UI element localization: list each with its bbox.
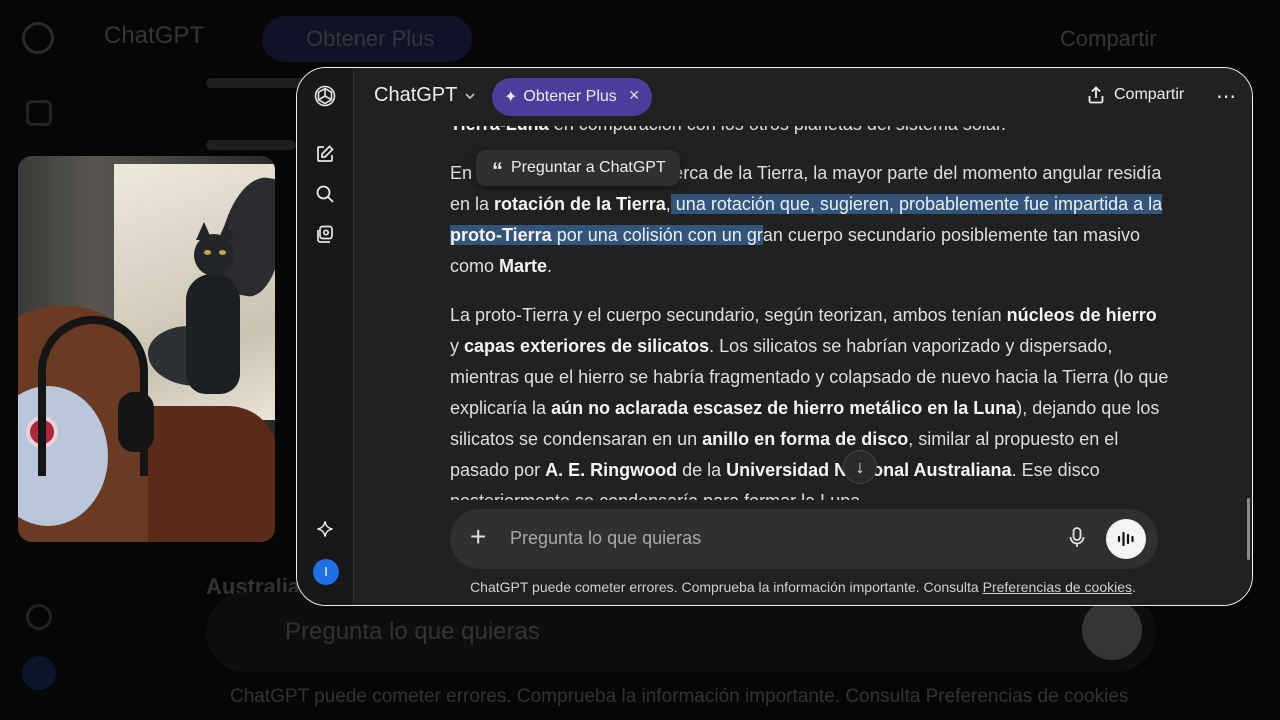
share-label: Compartir — [1114, 86, 1185, 103]
prompt-input[interactable] — [508, 527, 1052, 550]
more-icon[interactable]: ⋯ — [1216, 84, 1237, 109]
text-run: La proto-Tierra y el cuerpo secundario, … — [450, 305, 1007, 325]
bg-footer: ChatGPT puede cometer errores. Comprueba… — [230, 686, 1128, 708]
quote-icon: “ — [492, 158, 503, 183]
new-chat-icon[interactable] — [309, 138, 341, 170]
plus-icon[interactable]: + — [470, 523, 486, 551]
disclaimer-text: ChatGPT puede cometer errores. Comprueba… — [470, 579, 979, 595]
webcam-overlay — [18, 156, 275, 542]
bg-plus-pill: Obtener Plus — [262, 16, 472, 62]
openai-logo-icon[interactable] — [309, 80, 341, 112]
top-bar: ChatGPT ✦ Obtener Plus ✕ Compartir ⋯ — [354, 68, 1252, 126]
cat-head — [194, 234, 234, 276]
bold-text: capas exteriores de silicatos — [464, 336, 710, 356]
selected-text: proto-Tierra — [450, 225, 552, 245]
chat-content: Tierra-Luna en comparación con los otros… — [354, 68, 1252, 605]
sparkle-icon[interactable] — [309, 513, 341, 545]
bg-avatar — [22, 656, 56, 690]
get-plus-label: Obtener Plus — [523, 88, 617, 105]
cat-body — [186, 274, 240, 394]
model-name: ChatGPT — [374, 84, 458, 106]
bold-text: A. E. Ringwood — [545, 460, 678, 480]
message-paragraph: La proto-Tierra y el cuerpo secundario, … — [450, 300, 1170, 517]
bg-sidebar-icon — [26, 604, 52, 630]
cookie-preferences-link[interactable]: Preferencias de cookies — [983, 579, 1132, 595]
bold-text: rotación de la Tierra — [494, 194, 666, 214]
bg-title: ChatGPT — [104, 22, 205, 49]
search-icon[interactable] — [309, 178, 341, 210]
bg-input-placeholder: Pregunta lo que quieras — [285, 618, 540, 645]
voice-mode-icon[interactable] — [1106, 519, 1146, 559]
selected-text: una rotación que, sugieren, probablement… — [670, 194, 1163, 214]
ask-chatgpt-tooltip[interactable]: “ Preguntar a ChatGPT — [476, 150, 680, 186]
user-avatar[interactable]: I — [313, 559, 339, 585]
text-run: de la — [677, 460, 727, 480]
tooltip-label: Preguntar a ChatGPT — [511, 159, 666, 176]
headset-earpiece — [118, 392, 154, 452]
bold-text: anillo en forma de disco — [702, 429, 909, 449]
bg-logo-icon — [22, 22, 54, 54]
chevron-down-icon — [465, 92, 475, 99]
bold-text: Marte — [499, 256, 548, 276]
bold-text: núcleos de hierro — [1006, 305, 1157, 325]
bg-send-button — [1082, 600, 1142, 660]
share-button[interactable]: Compartir — [1086, 85, 1184, 105]
text-run: En — [450, 163, 478, 183]
library-icon[interactable] — [309, 218, 341, 250]
close-icon[interactable]: ✕ — [628, 87, 640, 104]
get-plus-button[interactable]: ✦ Obtener Plus ✕ — [492, 78, 652, 116]
text-run: y — [450, 336, 465, 356]
bg-text-line — [206, 140, 296, 150]
disclaimer-end: . — [1132, 579, 1136, 595]
bg-share-label: Compartir — [1060, 26, 1157, 51]
arrow-down-icon[interactable]: ↓ — [843, 450, 877, 484]
share-icon — [1088, 86, 1104, 104]
disclaimer: ChatGPT puede cometer errores. Comprueba… — [354, 579, 1252, 595]
cat-eye — [204, 250, 211, 255]
mic-icon[interactable] — [1068, 526, 1086, 555]
bg-footer-link: Preferencias de cookies — [925, 686, 1129, 707]
bold-text: aún no aclarada escasez de hierro metáli… — [551, 398, 1017, 418]
chatgpt-window: I Tierra-Luna en comparación con los otr… — [296, 67, 1253, 606]
sidebar: I — [297, 68, 354, 605]
bg-sidebar-icon — [26, 100, 52, 126]
sparkle-icon: ✦ — [504, 89, 518, 106]
selected-text: por una colisión con un gr — [551, 225, 763, 245]
scrollbar[interactable] — [1247, 498, 1250, 560]
bg-footer-text: ChatGPT puede cometer errores. Comprueba… — [230, 686, 921, 707]
composer: + — [450, 509, 1158, 569]
cat-eye — [219, 250, 226, 255]
model-selector[interactable]: ChatGPT — [374, 84, 477, 107]
text-run: . — [547, 256, 553, 276]
